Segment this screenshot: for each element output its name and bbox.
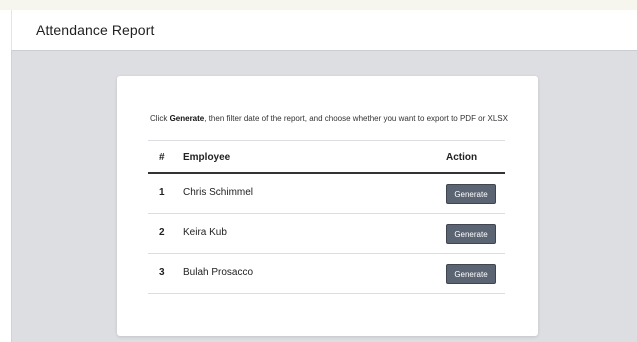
table-row: 2 Keira Kub Generate [148, 214, 505, 254]
report-card: Click Generate, then filter date of the … [117, 76, 538, 336]
generate-button[interactable]: Generate [446, 264, 496, 284]
employee-name: Chris Schimmel [183, 187, 254, 198]
row-number: 2 [159, 227, 165, 238]
column-header-action: Action [446, 152, 478, 163]
column-header-number: # [159, 152, 165, 163]
employee-table: # Employee Action 1 Chris Schimmel Gener… [148, 140, 505, 294]
row-number: 1 [159, 187, 165, 198]
table-row: 1 Chris Schimmel Generate [148, 174, 505, 214]
instructions-bold: Generate [169, 114, 205, 123]
app-frame: Attendance Report Click Generate, then f… [0, 0, 637, 342]
generate-button[interactable]: Generate [446, 224, 496, 244]
top-strip [0, 0, 637, 10]
page-title: Attendance Report [36, 22, 155, 38]
page-header: Attendance Report [11, 10, 637, 51]
instructions-prefix: Click [150, 114, 170, 123]
generate-button[interactable]: Generate [446, 184, 496, 204]
employee-name: Keira Kub [183, 227, 227, 238]
employee-name: Bulah Prosacco [183, 267, 254, 278]
row-number: 3 [159, 267, 165, 278]
table-row: 3 Bulah Prosacco Generate [148, 254, 505, 294]
column-header-employee: Employee [183, 152, 231, 163]
instructions-suffix: , then filter date of the report, and ch… [204, 114, 508, 123]
instructions-text: Click Generate, then filter date of the … [150, 112, 510, 125]
table-header-row: # Employee Action [148, 140, 505, 174]
